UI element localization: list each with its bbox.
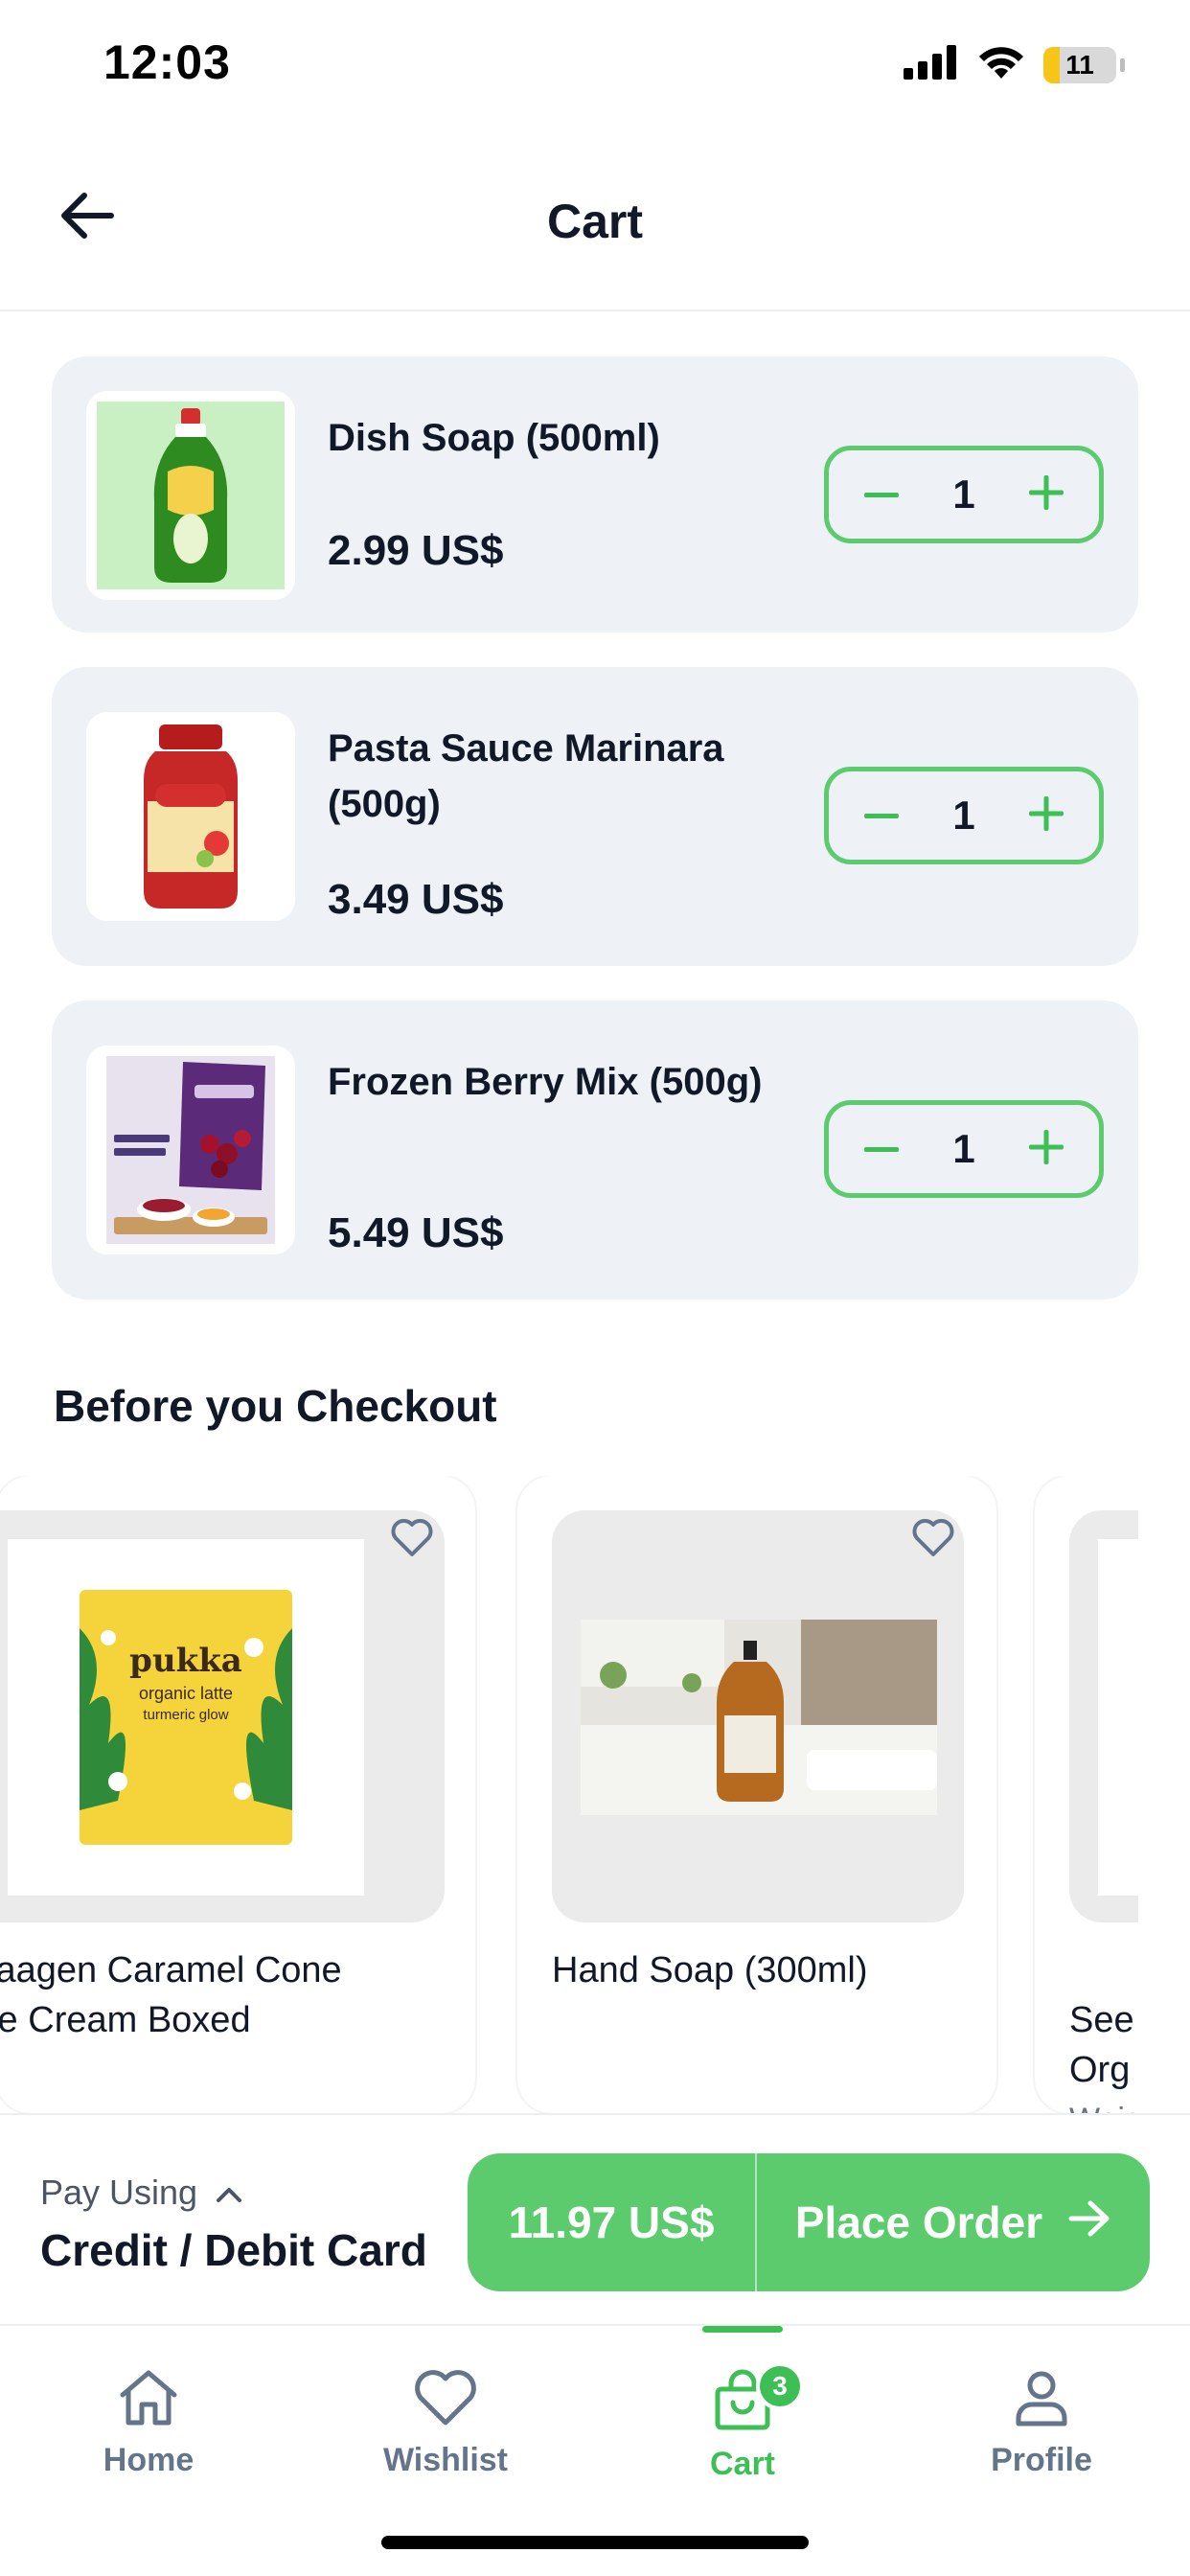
increase-button[interactable] (1022, 792, 1070, 840)
plus-icon (1028, 1129, 1064, 1169)
dish-soap-image (86, 391, 295, 600)
place-order-label-wrap: Place Order (757, 2196, 1150, 2248)
plus-icon (1028, 474, 1064, 515)
nav-label: Cart (709, 2446, 776, 2482)
suggestion-card[interactable]: Hand Soap (300ml) (517, 1476, 996, 2113)
suggestion-card[interactable]: pukka organic latte turmeric glow Haagen… (0, 1476, 475, 2113)
decrease-button[interactable] (858, 792, 905, 840)
pay-using-label: Pay Using (40, 2173, 198, 2212)
decrease-button[interactable] (858, 471, 905, 518)
item-price: 3.49 US$ (328, 876, 504, 923)
user-icon (1012, 2368, 1071, 2432)
nav-profile[interactable]: Profile (893, 2326, 1190, 2518)
product-name: Hand Soap (300ml) (552, 1950, 868, 1990)
minus-icon (864, 807, 899, 824)
page-title: Cart (546, 195, 644, 248)
chevron-up-icon (215, 2173, 243, 2213)
carousel-right-mask (1138, 1476, 1190, 2113)
heart-icon (390, 1517, 434, 1562)
status-icons: 11 (904, 44, 1125, 85)
active-indicator (702, 2326, 783, 2333)
cart-list: Dish Soap (500ml) 2.99 US$ 1 Pasta Sauce… (52, 356, 1138, 1334)
item-price: 2.99 US$ (328, 527, 504, 574)
product-image: pukka organic latte turmeric glow (0, 1510, 445, 1922)
increase-button[interactable] (1022, 1125, 1070, 1173)
place-order-label: Place Order (794, 2197, 1043, 2247)
nav-cart[interactable]: 3 Cart (594, 2326, 891, 2518)
heart-icon (413, 2368, 478, 2432)
item-name: Pasta Sauce Marinara (500g) (328, 727, 724, 825)
heart-icon (911, 1517, 955, 1562)
increase-button[interactable] (1022, 471, 1070, 518)
place-order-button[interactable]: 11.97 US$ Place Order (468, 2153, 1150, 2291)
wishlist-button[interactable] (387, 1514, 437, 1564)
plus-icon (1028, 795, 1064, 836)
cart-item: Dish Soap (500ml) 2.99 US$ 1 (52, 356, 1138, 632)
status-bar: 12:03 11 (0, 0, 1190, 134)
section-title: Before you Checkout (54, 1381, 497, 1431)
status-time: 12:03 (103, 35, 231, 89)
arrow-right-icon (1067, 2196, 1111, 2248)
pay-using-toggle[interactable]: Pay Using (40, 2173, 243, 2213)
pukka-line1-text: organic latte (138, 1684, 234, 1703)
nav-label: Profile (991, 2442, 1092, 2478)
home-indicator (381, 2536, 809, 2549)
quantity-stepper: 1 (824, 767, 1104, 864)
product-name-text: See Org (1069, 2000, 1134, 2090)
battery-icon: 11 (1043, 46, 1116, 83)
quantity-value: 1 (952, 793, 975, 838)
frozen-berry-image (86, 1046, 295, 1254)
header: Cart (0, 144, 1190, 311)
minus-icon (864, 486, 899, 503)
cart-item: Pasta Sauce Marinara (500g) 3.49 US$ 1 (52, 667, 1138, 966)
cart-badge: 3 (756, 2362, 804, 2410)
pukka-line2-text: turmeric glow (143, 1707, 229, 1723)
quantity-stepper: 1 (824, 446, 1104, 543)
product-image (552, 1510, 964, 1922)
nav-label: Home (103, 2442, 195, 2478)
cart-item: Frozen Berry Mix (500g) 5.49 US$ 1 (52, 1000, 1138, 1300)
item-price: 5.49 US$ (328, 1209, 504, 1256)
pasta-sauce-image (86, 712, 295, 921)
wishlist-button[interactable] (908, 1514, 958, 1564)
decrease-button[interactable] (858, 1125, 905, 1173)
quantity-value: 1 (952, 472, 975, 517)
battery-cap (1120, 58, 1125, 72)
item-name: Dish Soap (500ml) (328, 417, 660, 459)
quantity-value: 1 (952, 1126, 975, 1171)
pukka-brand-text: pukka (129, 1642, 242, 1680)
battery-level: 11 (1065, 49, 1094, 80)
payment-method[interactable]: Credit / Debit Card (40, 2224, 427, 2276)
checkout-bar: Pay Using Credit / Debit Card 11.97 US$ … (0, 2113, 1190, 2324)
nav-home[interactable]: Home (0, 2326, 297, 2518)
nav-wishlist[interactable]: Wishlist (297, 2326, 594, 2518)
product-name: Haagen Caramel Cone Ice Cream Boxed (0, 1950, 342, 2040)
quantity-stepper: 1 (824, 1100, 1104, 1198)
nav-label: Wishlist (382, 2442, 509, 2478)
signal-icon (904, 45, 959, 84)
wifi-icon (976, 44, 1026, 85)
home-icon (117, 2368, 180, 2432)
minus-icon (864, 1140, 899, 1158)
item-name: Frozen Berry Mix (500g) (328, 1061, 763, 1103)
order-total: 11.97 US$ (468, 2153, 757, 2291)
suggestions-carousel[interactable]: pukka organic latte turmeric glow Haagen… (0, 1476, 1190, 2113)
